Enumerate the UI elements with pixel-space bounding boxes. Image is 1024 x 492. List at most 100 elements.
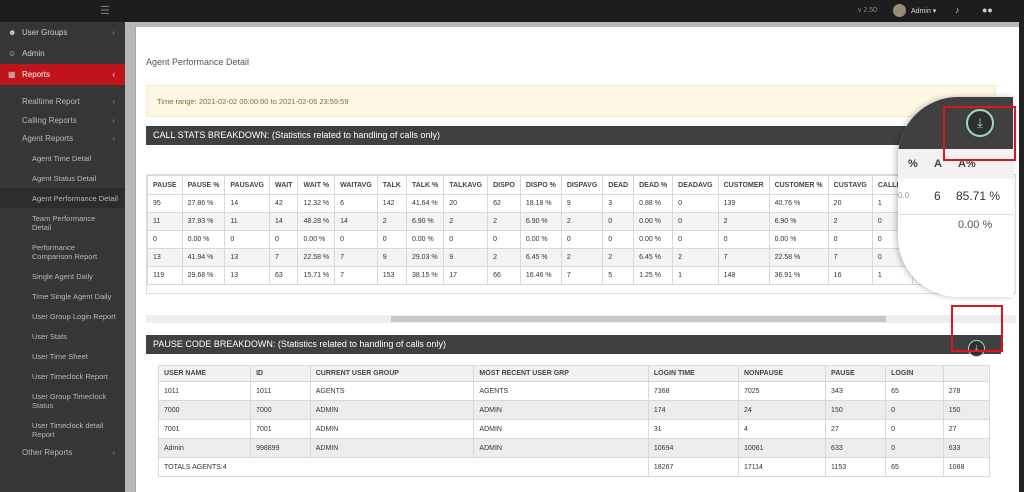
table-cell: 11	[224, 212, 270, 231]
column-header[interactable]: WAIT %	[297, 175, 336, 195]
table-cell: 13	[224, 266, 270, 285]
sidebar-item-user-stats[interactable]: User Stats	[0, 326, 125, 346]
table-row: 119 29.68 % 13 63 15.71 % 7 153 38.15 % 17 66 16.4…	[147, 266, 1005, 285]
table-cell: 4	[737, 419, 827, 439]
sidebar-item-agent-status-detail[interactable]: Agent Status Detail	[0, 168, 125, 188]
column-header[interactable]: WAITAVG	[334, 175, 378, 195]
sidebar-item-user-group-login-report[interactable]: User Group Login Report	[0, 306, 125, 326]
table-cell: 998899	[250, 438, 311, 458]
table-cell: 1	[871, 266, 913, 285]
column-header[interactable]: ID	[250, 365, 311, 382]
column-header[interactable]: DISPO	[487, 175, 521, 195]
column-header[interactable]: TALK %	[405, 175, 445, 195]
sidebar-item-single-agent-daily[interactable]: Single Agent Daily	[0, 266, 125, 286]
table-cell: 148	[717, 266, 770, 285]
table-cell: 0	[672, 212, 719, 231]
sidebar-item-team-performance-detail[interactable]: Team Performance Detail	[0, 208, 110, 237]
sidebar-item-label: Realtime Report	[22, 97, 80, 106]
horizontal-scrollbar[interactable]	[146, 315, 1016, 323]
column-header[interactable]: PAUSE	[147, 175, 183, 195]
column-header[interactable]: LOGIN TIME	[647, 365, 739, 382]
sidebar-item-admin[interactable]: ☺ Admin	[0, 43, 125, 64]
column-header[interactable]: DEADAVG	[672, 175, 719, 195]
call-stats-table-wrap[interactable]: PAUSE PAUSE % PAUSAVG WAIT WAIT % WAITAVG TALK…	[146, 174, 1016, 294]
table-cell: 7	[560, 266, 604, 285]
column-header[interactable]: NONPAUSE	[737, 365, 827, 382]
column-header[interactable]: WAIT	[268, 175, 299, 195]
column-header[interactable]: CURRENT USER GROUP	[309, 365, 475, 382]
table-cell: 0	[827, 230, 873, 249]
avatar[interactable]	[893, 4, 906, 17]
sidebar-item-agent-performance-detail[interactable]: Agent Performance Detail	[0, 188, 125, 208]
table-cell: 9	[376, 248, 407, 267]
column-header[interactable]: CUSTAVG	[827, 175, 873, 195]
table-cell: 7	[334, 266, 378, 285]
column-header[interactable]: DEAD	[602, 175, 635, 195]
sidebar-item-user-timeclock-detail-report[interactable]: User Timeclock detail Report	[0, 415, 110, 444]
table-cell: 66	[487, 266, 521, 285]
column-header[interactable]: CUSTOMER %	[768, 175, 829, 195]
table-row: 0 0.00 % 0 0 0.00 % 0 0 0.00 % 0 0 0.00 % 0 0 0.00 % 0…	[147, 230, 1005, 249]
table-row: Admin 998899 ADMIN ADMIN 10694 10061 633 0 633	[158, 438, 990, 458]
table-cell: 0	[672, 194, 719, 213]
table-cell: 29.68 %	[181, 266, 226, 285]
user-menu[interactable]: Admin ▾	[911, 7, 936, 15]
scrollbar-thumb[interactable]	[391, 316, 886, 322]
table-cell: 0.00 %	[768, 230, 829, 249]
table-cell: 20	[443, 194, 489, 213]
table-cell: 0	[560, 230, 604, 249]
table-cell: 150	[942, 400, 990, 420]
table-cell: 18.18 %	[519, 194, 562, 213]
column-header[interactable]: MOST RECENT USER GRP	[473, 365, 649, 382]
vertical-scrollbar[interactable]	[1019, 22, 1024, 492]
sidebar-item-reports[interactable]: ▦ Reports ‹	[0, 64, 125, 85]
lens-cell: 6	[934, 189, 941, 203]
sidebar-item-agent-reports[interactable]: Agent Reports ‹	[0, 130, 125, 148]
table-cell: ADMIN	[473, 419, 649, 439]
bell-icon[interactable]: ♪	[955, 5, 960, 15]
table-row: 11 37.93 % 11 14 48.28 % 14 2 6.90 % 2 2 6.90 % 2 0 0…	[147, 212, 1005, 231]
column-header[interactable]: PAUSE	[825, 365, 887, 382]
pause-code-table-wrap: USER NAME ID CURRENT USER GROUP MOST RECENT…	[158, 365, 990, 477]
sidebar-item-user-time-sheet[interactable]: User Time Sheet	[0, 346, 125, 366]
table-cell: 41.64 %	[405, 194, 445, 213]
user-name: Admin	[911, 8, 931, 15]
table-cell: 0	[334, 230, 378, 249]
sidebar-item-performance-comparison-report[interactable]: Performance Comparison Report	[0, 237, 115, 266]
sidebar-item-time-single-agent-daily[interactable]: Time Single Agent Daily	[0, 286, 125, 306]
sidebar-item-user-group-timeclock-status[interactable]: User Group Timeclock Status	[0, 386, 110, 415]
column-header[interactable]: CUSTOMER	[717, 175, 770, 195]
table-cell: 40.76 %	[768, 194, 829, 213]
table-cell: 7	[334, 248, 378, 267]
sidebar-item-realtime-report[interactable]: Realtime Report ‹	[0, 91, 125, 112]
table-cell: 38.15 %	[405, 266, 445, 285]
column-header[interactable]: DISPAVG	[560, 175, 604, 195]
sidebar-item-user-groups[interactable]: ☻ User Groups ‹	[0, 22, 125, 43]
table-cell: 633	[825, 438, 887, 458]
column-header[interactable]: DEAD %	[633, 175, 674, 195]
sidebar-item-other-reports[interactable]: Other Reports ‹	[0, 444, 125, 462]
column-header[interactable]: TALK	[376, 175, 407, 195]
sidebar-item-calling-reports[interactable]: Calling Reports ‹	[0, 112, 125, 130]
column-header[interactable]	[942, 365, 990, 382]
column-header[interactable]: DISPO %	[519, 175, 562, 195]
sidebar-item-user-timeclock-report[interactable]: User Timeclock Report	[0, 366, 125, 386]
table-cell: 13	[147, 248, 183, 267]
table-cell: 10694	[647, 438, 739, 458]
column-header[interactable]: TALKAVG	[443, 175, 489, 195]
sidebar-item-label: Reports	[22, 70, 51, 79]
table-cell: 31	[647, 419, 739, 439]
totals-row: TOTALS AGENTS:4 18267 17114 1153 65 1088	[158, 457, 990, 477]
lens-data-row: 0.0 6 85.71 %	[898, 179, 1013, 215]
column-header[interactable]: PAUSAVG	[224, 175, 270, 195]
table-cell: 0	[717, 230, 770, 249]
column-header[interactable]: LOGIN	[885, 365, 944, 382]
lens-col-pct: %	[908, 158, 918, 170]
table-cell: 2	[827, 212, 873, 231]
menu-toggle-icon[interactable]: ☰	[100, 4, 110, 17]
team-icon[interactable]: ●●	[982, 5, 993, 15]
column-header[interactable]: USER NAME	[158, 365, 252, 382]
sidebar-item-agent-time-detail[interactable]: Agent Time Detail	[0, 148, 125, 168]
top-bar: ☰ v 2.50 Admin ▾ ♪ ●●	[0, 0, 1024, 22]
column-header[interactable]: PAUSE %	[181, 175, 226, 195]
